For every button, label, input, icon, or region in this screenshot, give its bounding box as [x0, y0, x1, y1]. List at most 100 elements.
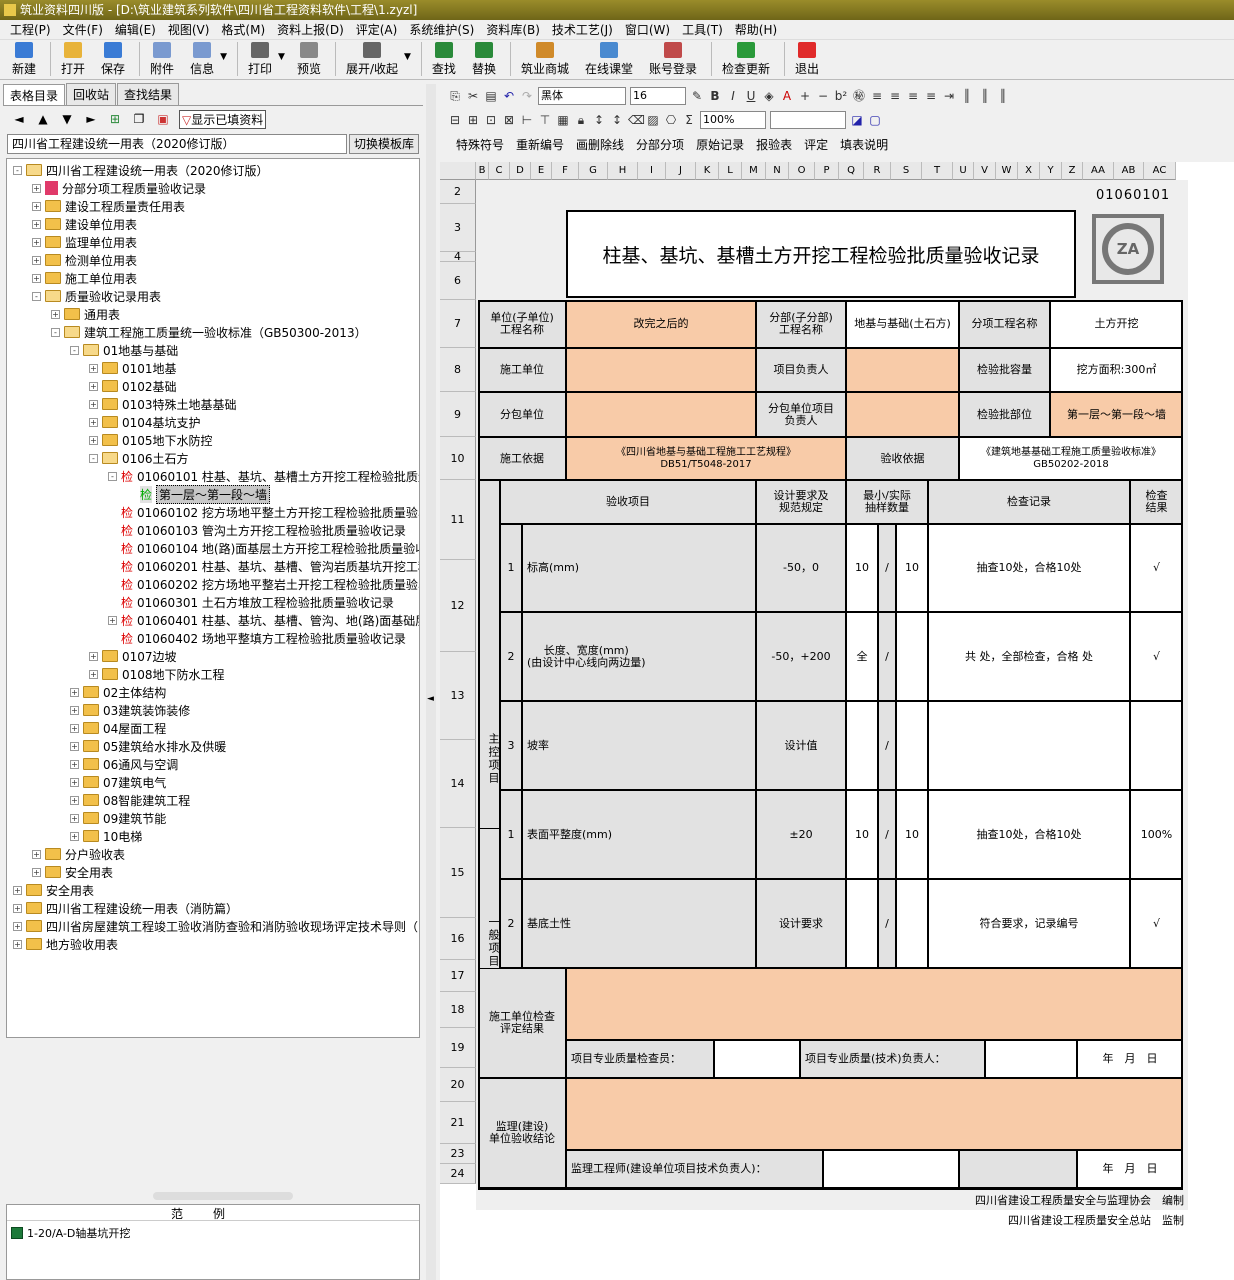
row-header[interactable]: 13 — [440, 652, 476, 740]
example-item[interactable]: 1-20/A-D轴基坑开挖 — [7, 1221, 419, 1245]
item-actual-sample[interactable] — [896, 701, 928, 790]
info-button[interactable]: 信息 — [184, 40, 220, 79]
row-header[interactable]: 20 — [440, 1068, 476, 1102]
special-char-icon[interactable]: ㊙ — [852, 89, 866, 103]
row-header[interactable]: 19 — [440, 1028, 476, 1068]
item-result[interactable]: √ — [1130, 879, 1183, 968]
row-header[interactable]: 24 — [440, 1164, 476, 1184]
row-header[interactable]: 16 — [440, 918, 476, 960]
tree-resize-handle[interactable] — [153, 1192, 293, 1200]
expand-icon[interactable]: + — [89, 651, 98, 661]
increase-icon[interactable]: + — [798, 89, 812, 103]
item-actual-sample[interactable] — [896, 879, 928, 968]
row-header[interactable]: 6 — [440, 262, 476, 300]
arrow-down-icon[interactable]: ▼ — [59, 111, 75, 127]
item-actual-sample[interactable]: 10 — [896, 790, 928, 879]
expand-icon[interactable]: + — [89, 381, 98, 391]
tree-item[interactable]: - 质量验收记录用表 — [32, 287, 161, 305]
arrow-right-icon[interactable]: ► — [83, 111, 99, 127]
tree-item[interactable]: - 建筑工程施工质量统一验收标准（GB50300-2013） — [51, 323, 367, 341]
contractor-field[interactable] — [566, 348, 756, 392]
tree-item[interactable]: +0102基础 — [89, 377, 177, 395]
justify-icon[interactable]: ≡ — [924, 89, 938, 103]
column-header[interactable]: AA — [1083, 162, 1114, 180]
row-header[interactable]: 9 — [440, 392, 476, 437]
expand-icon[interactable]: + — [70, 795, 79, 805]
tab-search-results[interactable]: 查找结果 — [117, 83, 180, 105]
column-header[interactable]: O — [789, 162, 815, 180]
exit-button[interactable]: 退出 — [789, 40, 825, 79]
tree-item[interactable]: +03建筑装饰装修 — [70, 701, 190, 719]
tree-item[interactable]: - 0106土石方 — [89, 449, 189, 467]
tree-item[interactable]: - 四川省工程建设统一用表（2020修订版） — [13, 161, 269, 179]
expand-icon[interactable]: + — [13, 885, 22, 895]
tree-item[interactable]: + 施工单位用表 — [32, 269, 137, 287]
expand-icon[interactable]: + — [89, 435, 98, 445]
tree-item[interactable]: - 01地基与基础 — [70, 341, 178, 359]
fill-instructions-button[interactable]: 填表说明 — [840, 136, 888, 153]
tab-table-directory[interactable]: 表格目录 — [3, 84, 66, 105]
column-header[interactable]: X — [1018, 162, 1040, 180]
column-header[interactable]: R — [864, 162, 891, 180]
border-color-icon[interactable]: ◪ — [850, 113, 864, 127]
tree-item-selected[interactable]: 检第一层～第一段～墙 — [127, 484, 271, 504]
line-spacing-2-icon[interactable]: ↕ — [610, 113, 624, 127]
column-header[interactable]: N — [766, 162, 789, 180]
sub-item-field[interactable]: 土方开挖 — [1050, 300, 1183, 348]
item-result[interactable]: 100% — [1130, 790, 1183, 879]
align-left-icon[interactable]: ≡ — [870, 89, 884, 103]
column-header[interactable]: Z — [1062, 162, 1083, 180]
expand-icon[interactable]: + — [32, 237, 41, 247]
replace-button[interactable]: 替换 — [466, 40, 502, 79]
expand-icon[interactable]: + — [13, 903, 22, 913]
expand-icon[interactable]: + — [13, 939, 22, 949]
menu-item[interactable]: 技术工艺(J) — [546, 21, 619, 38]
row-header[interactable]: 3 — [440, 204, 476, 252]
unit-name-field[interactable]: 改完之后的 — [566, 300, 756, 348]
expand-icon[interactable]: + — [108, 615, 117, 625]
tree-item[interactable]: + 监理单位用表 — [32, 233, 137, 251]
expand-icon[interactable]: + — [51, 309, 60, 319]
delete-sheet-icon[interactable]: ▣ — [155, 111, 171, 127]
tree-item[interactable]: +04屋面工程 — [70, 719, 166, 737]
class-button[interactable]: 在线课堂 — [579, 40, 639, 79]
panel-splitter[interactable]: ◄ — [426, 84, 436, 1280]
item-record[interactable]: 抽查10处，合格10处 — [928, 524, 1130, 612]
tree-item[interactable]: + 四川省工程建设统一用表（消防篇） — [13, 899, 238, 917]
column-header[interactable]: C — [489, 162, 510, 180]
expand-icon[interactable]: + — [32, 183, 41, 193]
menu-item[interactable]: 工具(T) — [676, 21, 729, 38]
cell-color-icon[interactable]: ▢ — [868, 113, 882, 127]
line-style-select[interactable] — [770, 111, 846, 129]
batch-capacity-field[interactable]: 挖方面积:300㎡ — [1050, 348, 1183, 392]
expand-icon[interactable]: + — [70, 777, 79, 787]
underline-icon[interactable]: U — [744, 89, 758, 103]
tree-item[interactable]: +08智能建筑工程 — [70, 791, 190, 809]
column-header[interactable]: L — [719, 162, 742, 180]
project-manager-field[interactable] — [846, 348, 959, 392]
chevron-down-icon[interactable]: ▼ — [278, 52, 285, 62]
collapse-icon[interactable]: - — [51, 327, 60, 337]
tree-item[interactable]: 检 01060402 场地平整填方工程检验批质量验收记录 — [108, 629, 406, 647]
expand-icon[interactable]: + — [89, 399, 98, 409]
tree-item[interactable]: +02主体结构 — [70, 683, 166, 701]
tree-item[interactable]: +06通风与空调 — [70, 755, 178, 773]
expand-icon[interactable]: + — [70, 705, 79, 715]
attach-button[interactable]: 附件 — [144, 40, 180, 79]
renumber-button[interactable]: 重新编号 — [516, 136, 564, 153]
evaluate-button[interactable]: 评定 — [804, 136, 828, 153]
item-actual-sample[interactable]: 10 — [896, 524, 928, 612]
item-record[interactable]: 符合要求，记录编号 — [928, 879, 1130, 968]
item-result[interactable] — [1130, 701, 1183, 790]
copy-icon[interactable]: ⎘ — [448, 89, 462, 103]
image-icon[interactable]: ▨ — [646, 113, 660, 127]
tree-item[interactable]: + 安全用表 — [13, 881, 94, 899]
batch-position-field[interactable]: 第一层～第一段～墙 — [1050, 392, 1183, 437]
eraser-icon[interactable]: ⌫ — [628, 113, 645, 127]
line-spacing-icon[interactable]: ↕ — [592, 113, 606, 127]
item-min-sample[interactable]: 10 — [846, 790, 878, 879]
tree-item[interactable]: + 分户验收表 — [32, 845, 125, 863]
insert-row-icon[interactable]: ⊢ — [520, 113, 534, 127]
template-name[interactable]: 四川省工程建设统一用表（2020修订版） — [7, 134, 347, 154]
row-header[interactable]: 2 — [440, 180, 476, 204]
